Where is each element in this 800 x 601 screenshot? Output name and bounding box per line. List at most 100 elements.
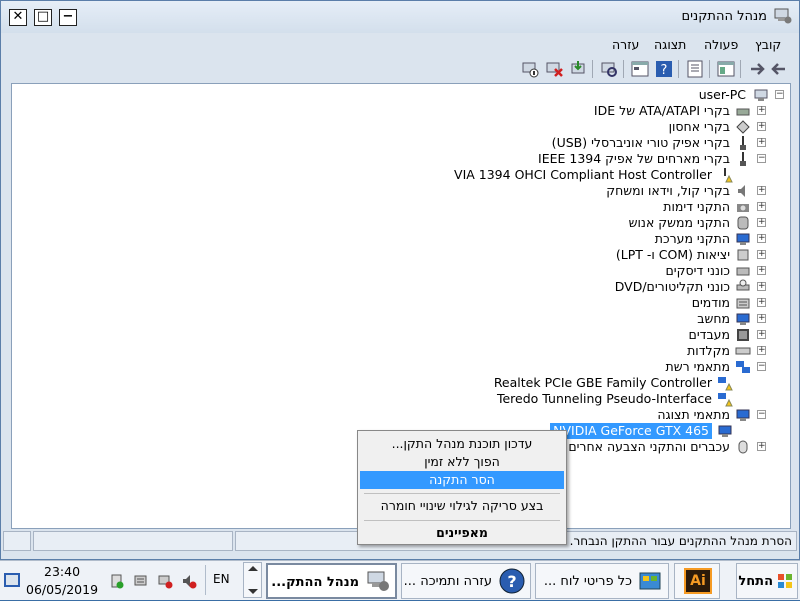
expand-icon[interactable]: + — [757, 330, 766, 339]
disable-menu-item[interactable]: הפוך ללא זמין — [360, 453, 564, 471]
expand-icon[interactable]: + — [757, 346, 766, 355]
tree-item[interactable]: + בקרי קול, וידאו ומשחק — [12, 183, 790, 199]
toolbar-separator — [592, 60, 593, 78]
display-adapter-icon — [736, 409, 750, 421]
taskbar: התחל Ai כל פריטי לוח ... ? עזרה ותמיכה .… — [0, 560, 800, 600]
view-icon[interactable] — [630, 59, 650, 79]
svg-text:?: ? — [661, 63, 668, 78]
tree-item[interactable]: + כונני דיסקים — [12, 263, 790, 279]
tree-item[interactable]: + בקרי אחסון — [12, 119, 790, 135]
expand-icon[interactable]: + — [757, 186, 766, 195]
expand-icon[interactable]: + — [757, 314, 766, 323]
tree-item[interactable]: + בקרי ATA/ATAPI של IDE — [12, 103, 790, 119]
scan-hardware-icon[interactable] — [599, 59, 619, 79]
tree-item[interactable]: + מעבדים — [12, 327, 790, 343]
properties-icon[interactable] — [685, 59, 705, 79]
expand-icon[interactable]: + — [757, 138, 766, 147]
storage-icon — [736, 120, 750, 134]
expand-icon[interactable]: + — [757, 218, 766, 227]
taskbar-help[interactable]: ? עזרה ותמיכה ... — [401, 563, 531, 599]
control-panel-label: כל פריטי לוח ... — [543, 574, 632, 589]
scroll-down-icon[interactable] — [248, 589, 258, 594]
close-button[interactable]: ✕ — [9, 9, 27, 26]
expand-icon[interactable]: + — [757, 266, 766, 275]
expand-icon[interactable]: + — [757, 250, 766, 259]
menu-action[interactable]: פעולה — [704, 37, 738, 52]
collapse-icon[interactable]: − — [757, 362, 766, 371]
tree-item[interactable]: − מתאמי רשת — [12, 359, 790, 375]
taskbar-control-panel[interactable]: כל פריטי לוח ... — [535, 563, 669, 599]
expand-icon[interactable]: + — [757, 122, 766, 131]
uninstall-menu-item[interactable]: הסר התקנה — [360, 471, 564, 489]
forward-arrow-icon[interactable] — [747, 59, 767, 79]
warning-device-icon — [724, 168, 733, 183]
help-icon[interactable]: ? — [654, 59, 674, 79]
maximize-button[interactable]: □ — [34, 9, 52, 26]
windows-logo-icon — [778, 574, 792, 588]
tray-divider — [205, 565, 206, 595]
taskbar-device-manager[interactable]: מנהל ההתק... — [266, 563, 397, 599]
tree-item[interactable]: Realtek PCIe GBE Family Controller — [12, 375, 790, 391]
toolbar: ? — [11, 56, 791, 82]
collapse-icon[interactable]: − — [775, 90, 784, 99]
tree-item[interactable]: − בקרי מארחים של אפיק IEEE 1394 — [12, 151, 790, 167]
tree-item[interactable]: + התקני מערכת — [12, 231, 790, 247]
tray-network-icon[interactable] — [157, 573, 173, 589]
expand-icon[interactable]: + — [757, 282, 766, 291]
menu-view[interactable]: תצוגה — [654, 37, 686, 52]
menu-file[interactable]: קובץ — [755, 37, 781, 52]
scan-hardware-menu-item[interactable]: בצע סריקה לגילוי שינויי חומרה — [360, 497, 564, 515]
taskbar-scroll[interactable] — [243, 562, 262, 598]
menu-help[interactable]: עזרה — [612, 37, 639, 52]
tree-item[interactable]: + מקלדות — [12, 343, 790, 359]
minimize-button[interactable]: − — [59, 9, 77, 26]
start-button[interactable]: התחל — [736, 563, 798, 599]
disable-device-icon[interactable] — [520, 59, 540, 79]
tree-item[interactable]: + בקרי אפיק טורי אוניברסלי (USB) — [12, 135, 790, 151]
scroll-up-icon[interactable] — [248, 566, 258, 571]
expand-icon[interactable]: + — [757, 234, 766, 243]
language-indicator[interactable]: EN — [213, 572, 230, 586]
status-cell — [3, 531, 31, 551]
tree-root[interactable]: − user-PC — [12, 87, 790, 103]
expand-icon[interactable]: + — [757, 202, 766, 211]
toolbar-separator — [678, 60, 679, 78]
status-cell — [33, 531, 233, 551]
title-bar: ✕ □ − מנהל ההתקנים — [1, 1, 799, 33]
expand-icon[interactable]: + — [757, 106, 766, 115]
show-desktop-button[interactable] — [4, 573, 20, 587]
tree-item[interactable]: + כונני תקליטורים/DVD — [12, 279, 790, 295]
port-icon — [737, 249, 749, 261]
menu-bar: קובץ פעולה תצוגה עזרה — [11, 35, 791, 55]
properties-menu-item[interactable]: מאפיינים — [360, 524, 564, 542]
collapse-icon[interactable]: − — [757, 154, 766, 163]
update-driver-icon[interactable] — [568, 59, 588, 79]
tree-item[interactable]: Teredo Tunneling Pseudo-Interface — [12, 391, 790, 407]
collapse-icon[interactable]: − — [757, 410, 766, 419]
uninstall-icon[interactable] — [544, 59, 564, 79]
speaker-icon — [738, 185, 745, 197]
back-arrow-icon[interactable] — [769, 59, 789, 79]
toolbar-separator — [709, 60, 710, 78]
status-text: הסרת מנהל ההתקנים עבור ההתקן הנבחר. — [569, 534, 792, 548]
expand-icon[interactable]: + — [757, 442, 766, 451]
start-label: התחל — [738, 574, 773, 589]
toolbar-separator — [623, 60, 624, 78]
tree-item[interactable]: + מודמים — [12, 295, 790, 311]
taskbar-illustrator[interactable]: Ai — [674, 563, 720, 599]
tray-device-icon[interactable] — [133, 573, 149, 589]
update-driver-menu-item[interactable]: עדכון תוכנת מנהל התקן... — [360, 435, 564, 453]
network-adapter-icon — [736, 361, 750, 373]
camera-icon — [737, 204, 749, 212]
tree-item[interactable]: + התקני דימות — [12, 199, 790, 215]
expand-icon[interactable]: + — [757, 298, 766, 307]
ieee1394-icon — [740, 152, 746, 166]
tray-security-icon[interactable] — [109, 573, 125, 589]
tree-item[interactable]: − מתאמי תצוגה — [12, 407, 790, 423]
tree-item[interactable]: + התקני ממשק אנוש — [12, 215, 790, 231]
show-hide-tree-icon[interactable] — [716, 59, 736, 79]
tree-item[interactable]: + מחשב — [12, 311, 790, 327]
tray-audio-icon[interactable] — [181, 573, 197, 589]
tree-item[interactable]: VIA 1394 OHCI Compliant Host Controller — [12, 167, 790, 183]
tree-item[interactable]: + יציאות (COM ו- LPT) — [12, 247, 790, 263]
